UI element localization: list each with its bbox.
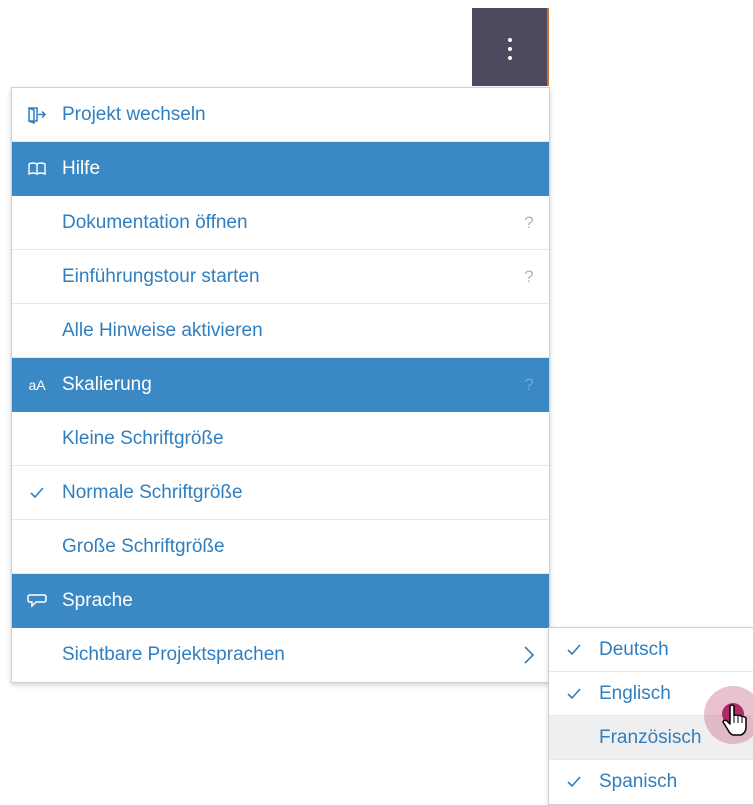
menu-item-label: Einführungstour starten	[62, 265, 260, 287]
menu-item-projekt-wechseln[interactable]: Projekt wechseln	[12, 88, 549, 142]
menu-item-label: Alle Hinweise aktivieren	[62, 319, 263, 341]
font-size-icon: aA	[28, 377, 46, 393]
switch-project-icon	[12, 106, 62, 124]
menu-item-label: Hilfe	[62, 158, 101, 179]
menu-item-dokumentation-öffnen[interactable]: Dokumentation öffnen?	[12, 196, 549, 250]
help-icon[interactable]: ?	[509, 213, 549, 233]
menu-item-label: Große Schriftgröße	[62, 535, 225, 557]
menu-section-sprache: Sprache	[12, 574, 549, 628]
speech-bubble-icon	[12, 592, 62, 610]
menu-item-einführungstour-starten[interactable]: Einführungstour starten?	[12, 250, 549, 304]
menu-item-label: Kleine Schriftgröße	[62, 427, 224, 449]
help-icon[interactable]: ?	[509, 267, 549, 287]
more-options-button[interactable]	[472, 8, 549, 86]
menu-section-skalierung: aA Skalierung?	[12, 358, 549, 412]
check-icon	[549, 687, 599, 701]
check-icon	[12, 486, 62, 500]
chevron-right-icon	[509, 645, 549, 665]
menu-item-label: Skalierung	[62, 374, 152, 395]
help-icon[interactable]: ?	[509, 375, 549, 395]
hand-cursor-icon	[722, 704, 747, 736]
menu-item-alle-hinweise-aktivieren[interactable]: Alle Hinweise aktivieren	[12, 304, 549, 358]
menu-item-label: Projekt wechseln	[62, 103, 206, 125]
language-label: Deutsch	[599, 638, 669, 660]
check-icon	[549, 643, 599, 657]
menu-section-hilfe: Hilfe	[12, 142, 549, 196]
menu-item-label: Sichtbare Projektsprachen	[62, 644, 285, 665]
dropdown-menu: Projekt wechseln Hilfe Dokumentation öffne…	[11, 87, 550, 683]
check-icon	[549, 775, 599, 789]
book-icon	[12, 161, 62, 177]
menu-item-kleine-schriftgröße[interactable]: Kleine Schriftgröße	[12, 412, 549, 466]
menu-item-große-schriftgröße[interactable]: Große Schriftgröße	[12, 520, 549, 574]
menu-item-label: Sprache	[62, 590, 133, 611]
menu-item-label: Normale Schriftgröße	[62, 481, 243, 503]
menu-item-sichtbare-projektsprachen[interactable]: Sichtbare Projektsprachen	[12, 628, 549, 682]
language-option-spanisch[interactable]: Spanisch	[549, 760, 753, 804]
menu-item-label: Dokumentation öffnen	[62, 211, 248, 233]
kebab-icon	[507, 38, 512, 60]
language-option-deutsch[interactable]: Deutsch	[549, 628, 753, 672]
menu-item-normale-schriftgröße[interactable]: Normale Schriftgröße	[12, 466, 549, 520]
language-label: Spanisch	[599, 771, 678, 792]
